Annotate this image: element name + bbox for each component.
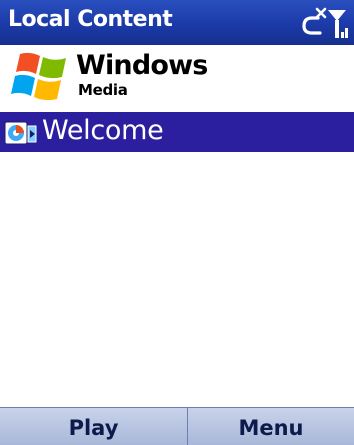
list-item-label: Welcome <box>42 115 164 146</box>
media-file-icon <box>4 121 37 145</box>
phone-screen: Local Content Windows Media Welcome Play… <box>0 0 354 445</box>
content-list: Welcome <box>0 112 354 152</box>
play-softkey[interactable]: Play <box>0 408 188 445</box>
softkey-bar: Play Menu <box>0 407 354 445</box>
connectivity-off-icon <box>302 7 327 35</box>
logo-word-media: Media <box>78 81 128 99</box>
title-bar: Local Content <box>0 0 354 45</box>
logo-word-windows: Windows <box>76 50 208 81</box>
list-item-welcome[interactable]: Welcome <box>0 112 354 152</box>
menu-softkey[interactable]: Menu <box>188 408 354 445</box>
windows-media-logo: Windows Media <box>10 50 208 107</box>
windows-flag-icon <box>11 52 66 101</box>
page-title: Local Content <box>8 7 173 32</box>
signal-strength-icon <box>328 10 348 38</box>
status-icons <box>302 7 348 38</box>
